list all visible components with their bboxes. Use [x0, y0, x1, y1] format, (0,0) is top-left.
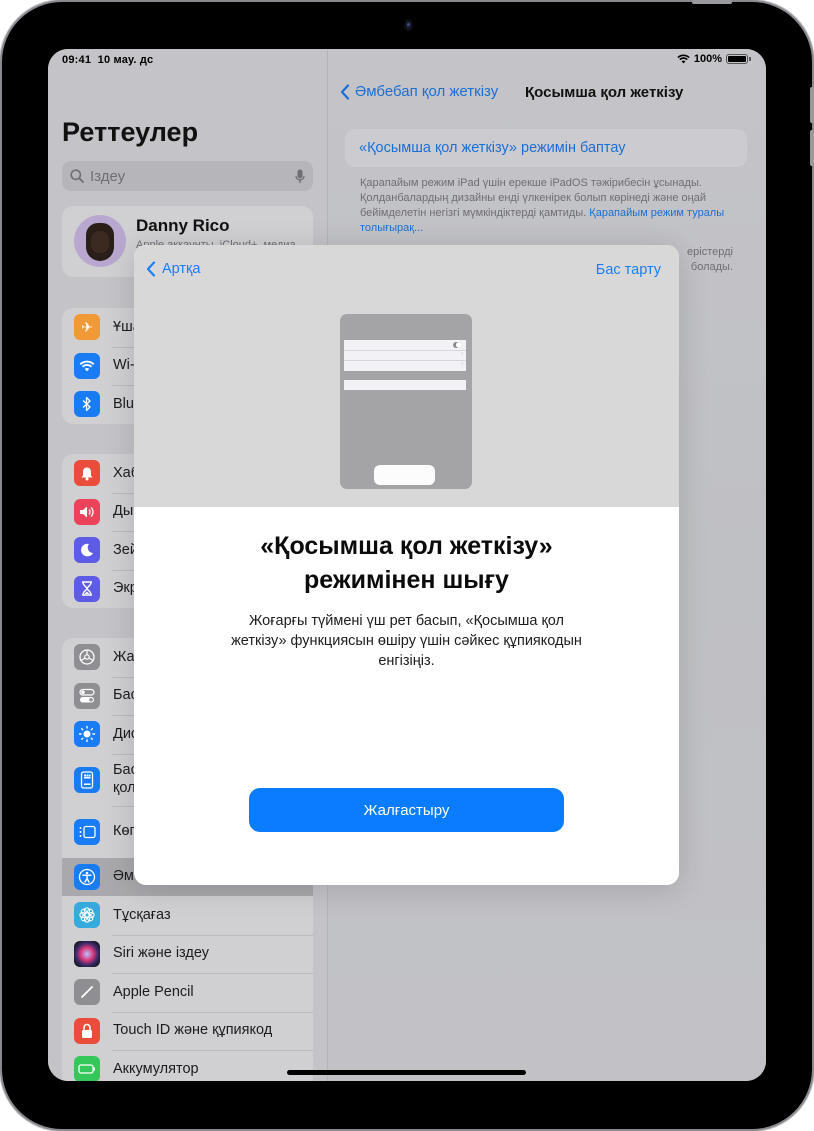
sidebar-item-label: Touch ID және құпиякод [113, 1022, 273, 1039]
illustration-settings-list: › › [344, 340, 466, 371]
search-placeholder: Іздеу [90, 167, 126, 185]
sounds-icon [74, 498, 100, 525]
chevron-left-icon [146, 261, 156, 277]
sheet-title-line1: «Қосымша қол жеткізу» [260, 532, 553, 560]
profile-name: Danny Rico [136, 216, 230, 235]
lock-icon [74, 1017, 100, 1044]
illustration-settings-row [344, 380, 466, 390]
sheet-body: Жоғарғы түймені үш рет басып, «Қосымша қ… [231, 613, 582, 669]
sidebar-item-siri[interactable]: Siri және іздеу [62, 934, 313, 974]
search-icon [70, 169, 84, 183]
continue-button[interactable]: Жалғастыру [249, 788, 564, 832]
illustration-toggle-icon [453, 342, 462, 348]
siri-icon [74, 940, 100, 967]
status-time: 09:41 10 мау. дс [62, 54, 154, 66]
nav-title: Қосымша қол жеткізу [525, 84, 684, 101]
microphone-icon[interactable] [295, 169, 305, 184]
wifi-icon [74, 352, 100, 379]
sheet-header: Артқа Бас тарту › › [134, 245, 679, 507]
illustration-chevron-icon: › [461, 351, 463, 357]
illustration-button [374, 465, 435, 485]
moon-icon [74, 537, 100, 564]
cancel-button[interactable]: Бас тарту [596, 262, 661, 278]
toggles-icon [74, 682, 100, 709]
screen: 09:41 10 мау. дс 100% Реттеулер Іздеу Da… [48, 49, 766, 1081]
volume-down-button [810, 130, 814, 166]
sheet-title: «Қосымша қол жеткізу» режимінен шығу [134, 529, 679, 597]
exit-assistive-access-sheet: Артқа Бас тарту › › «Қосымша қол жеткізу… [134, 245, 679, 885]
home-indicator[interactable] [287, 1070, 526, 1075]
description2-line2: болады. [690, 261, 733, 273]
hourglass-icon [74, 575, 100, 602]
gear-icon [74, 644, 100, 671]
sidebar-title: Реттеулер [62, 117, 199, 147]
sheet-title-line2: режимінен шығу [304, 566, 509, 594]
wifi-icon [677, 54, 690, 64]
wallpaper-flower-icon [74, 902, 100, 929]
home-screen-icon [74, 766, 100, 793]
description-text-2: ерістерді болады. [687, 245, 733, 275]
notifications-icon [74, 460, 100, 487]
avatar [74, 215, 126, 267]
description-text: Қарапайым режим iPad үшін ерекше iPadOS … [360, 176, 740, 236]
brightness-icon [74, 721, 100, 748]
battery-icon [726, 54, 751, 64]
battery-icon [74, 1056, 100, 1081]
setup-label: «Қосымша қол жеткізу» режимін баптау [359, 140, 626, 156]
sidebar-item-label: Siri және іздеу [113, 945, 209, 962]
front-camera [404, 19, 413, 31]
chevron-left-icon [340, 83, 350, 100]
description2-line1: ерістерді [687, 246, 733, 258]
multitasking-icon [74, 818, 100, 845]
volume-up-button [810, 87, 814, 123]
sidebar-item-battery[interactable]: Аккумулятор [62, 1050, 313, 1081]
sidebar-item-apple-pencil[interactable]: Apple Pencil [62, 973, 313, 1012]
sidebar-item-label: Тұсқағаз [113, 906, 171, 923]
nav-back-button[interactable]: Әмбебап қол жеткізу [340, 83, 498, 100]
battery-percent: 100% [693, 53, 722, 65]
ipad-illustration: › › [340, 314, 472, 489]
sidebar-item-wallpaper[interactable]: Тұсқағаз [62, 896, 313, 935]
airplane-icon: ✈ [74, 314, 100, 341]
sidebar-item-label: Apple Pencil [113, 983, 194, 1000]
search-field[interactable]: Іздеу [62, 161, 313, 191]
bluetooth-icon [74, 391, 100, 418]
nav-back-label: Әмбебап қол жеткізу [355, 83, 499, 100]
pencil-icon [74, 979, 100, 1006]
back-label: Артқа [162, 261, 201, 277]
setup-assistive-access-button[interactable]: «Қосымша қол жеткізу» режимін баптау [345, 129, 747, 167]
accessibility-icon [74, 863, 100, 890]
sidebar-item-label: Аккумулятор [113, 1060, 199, 1077]
status-right: 100% [677, 53, 751, 65]
status-bar: 09:41 10 мау. дс 100% [48, 49, 766, 71]
illustration-chevron-icon: › [461, 361, 463, 367]
back-button[interactable]: Артқа [146, 261, 200, 277]
sidebar-item-touch-id[interactable]: Touch ID және құпиякод [62, 1011, 313, 1051]
top-button [692, 0, 732, 4]
